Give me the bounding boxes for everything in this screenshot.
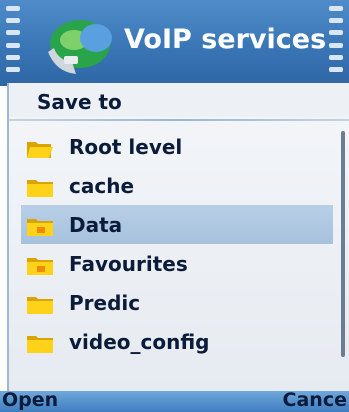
cancel-softkey[interactable]: Cance [283, 389, 347, 411]
list-item-label: Predic [69, 290, 141, 315]
list-item-label: Data [69, 212, 123, 237]
list-item-video-config[interactable]: video_config [9, 322, 345, 361]
folder-icon [27, 297, 53, 314]
folder-list: Root level cache Data Favourites Predic … [9, 127, 345, 361]
voip-app-icon [48, 20, 112, 74]
list-item-cache[interactable]: cache [9, 166, 345, 205]
list-item-data[interactable]: Data [21, 205, 333, 244]
header-divider [9, 119, 349, 121]
folder-open-icon [27, 142, 53, 158]
folder-icon [27, 336, 53, 353]
list-item-favourites[interactable]: Favourites [9, 244, 345, 283]
left-grip-icon [6, 6, 20, 72]
dialog-header: Save to [37, 90, 122, 114]
title-bar: VoIP services [0, 0, 349, 86]
app-title: VoIP services [124, 24, 327, 55]
right-grip-icon [329, 6, 343, 72]
folder-icon [27, 180, 53, 197]
folder-icon [27, 219, 53, 236]
list-item-label: cache [69, 173, 135, 198]
save-to-dialog: Save to Root level cache Data Favourites… [7, 83, 349, 391]
scrollbar[interactable] [341, 131, 345, 357]
list-item-predic[interactable]: Predic [9, 283, 345, 322]
list-item-root-level[interactable]: Root level [9, 127, 345, 166]
folder-icon [27, 258, 53, 275]
list-item-label: Favourites [69, 251, 188, 276]
softkey-bar: Open Cance [0, 389, 349, 412]
list-item-label: video_config [69, 329, 210, 354]
list-item-label: Root level [69, 134, 183, 159]
scrollbar-thumb[interactable] [341, 131, 345, 357]
open-softkey[interactable]: Open [2, 389, 58, 411]
dialog-header-row: Save to [9, 83, 349, 117]
